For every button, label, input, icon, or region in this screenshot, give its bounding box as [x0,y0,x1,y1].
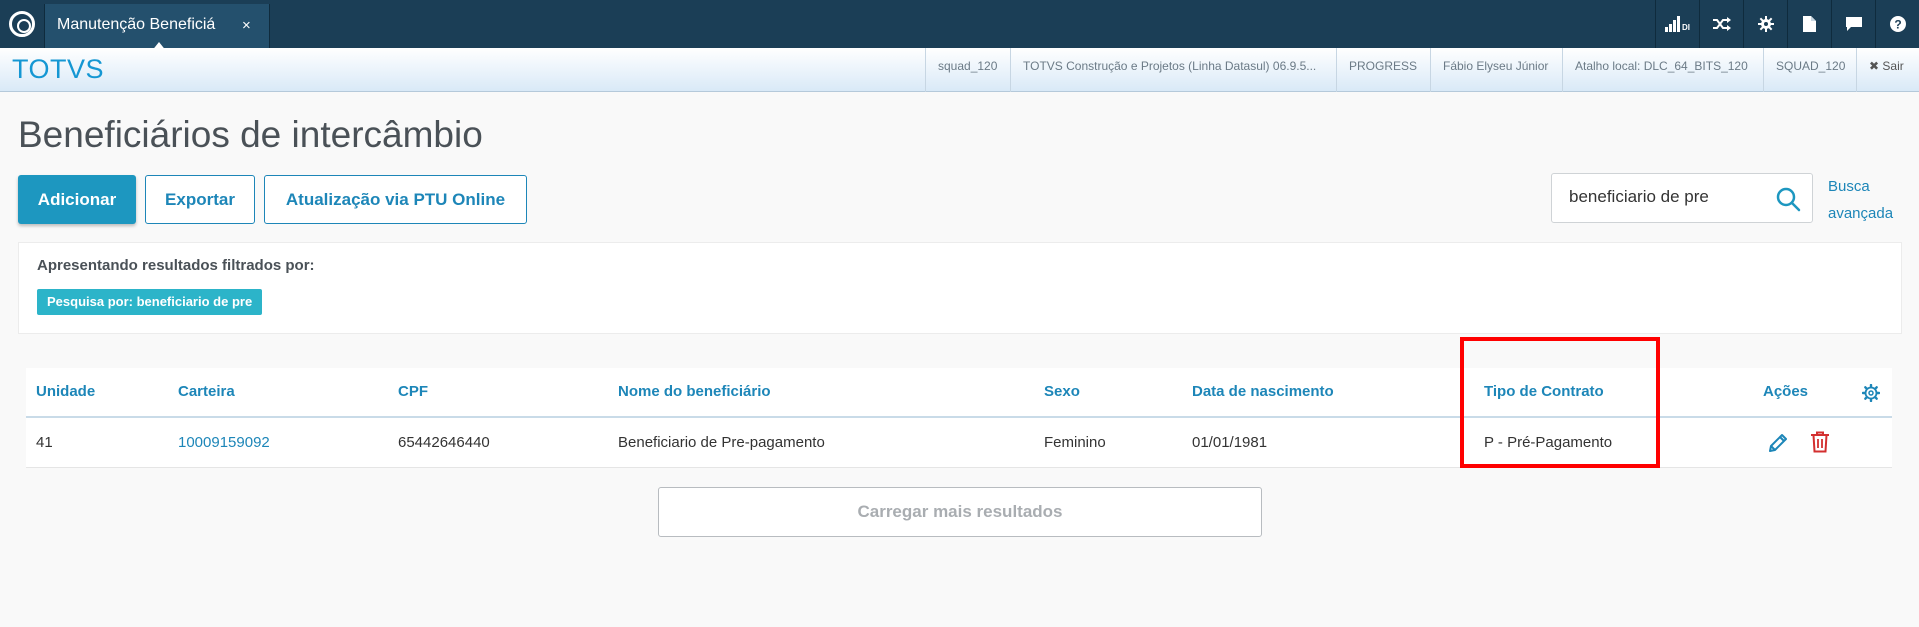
signal-bars-icon[interactable]: DI [1655,0,1699,48]
column-header-sexo[interactable]: Sexo [1044,383,1080,400]
shuffle-icon[interactable] [1699,0,1743,48]
brand-title: TOTVS [12,54,105,84]
info-squad-upper: SQUAD_120 [1763,48,1857,92]
filter-tag[interactable]: Pesquisa por: beneficiario de pre [37,289,263,315]
tab-manutencao-beneficiario[interactable]: Manutenção Beneficiá × [44,4,270,52]
info-database: PROGRESS [1336,48,1429,92]
info-shortcut: Atalho local: DLC_64_BITS_120 [1562,48,1760,92]
tab-close-icon[interactable]: × [242,17,251,34]
column-header-nome[interactable]: Nome do beneficiário [618,383,771,400]
column-header-acoes: Ações [1763,383,1809,400]
edit-pencil-icon[interactable] [1767,432,1789,454]
export-button[interactable]: Exportar [145,175,255,224]
document-icon[interactable] [1787,0,1831,48]
column-header-data-nascimento[interactable]: Data de nascimento [1192,383,1334,400]
filter-panel: Apresentando resultados filtrados por: P… [18,242,1902,334]
tab-title: Manutenção Beneficiá [57,16,216,33]
search-input[interactable] [1569,187,1769,207]
ptu-update-button[interactable]: Atualização via PTU Online [264,175,527,224]
info-squad: squad_120 [925,48,1009,92]
load-more-button[interactable]: Carregar mais resultados [658,487,1262,537]
totvs-logo-icon[interactable] [9,11,35,37]
help-icon[interactable]: ? [1875,0,1919,48]
cell-nome: Beneficiario de Pre-pagamento [618,434,825,451]
column-header-unidade[interactable]: Unidade [36,383,95,400]
cell-cpf: 65442646440 [398,434,490,451]
cell-sexo: Feminino [1044,434,1106,451]
top-bar: Manutenção Beneficiá × DI ? [0,0,1919,52]
chat-icon[interactable] [1831,0,1875,48]
info-company: TOTVS Construção e Projetos (Linha Datas… [1010,48,1328,92]
column-header-cpf[interactable]: CPF [398,383,428,400]
advanced-search-link[interactable]: Busca avançada [1828,173,1918,227]
add-button[interactable]: Adicionar [18,175,136,224]
cell-tipo-contrato: P - Pré-Pagamento [1484,434,1613,451]
delete-trash-icon[interactable] [1810,431,1830,453]
gear-icon[interactable] [1743,0,1787,48]
column-settings-gear-icon[interactable] [1862,384,1880,402]
svg-text:DI: DI [1682,23,1690,32]
cell-unidade: 41 [36,434,53,451]
column-header-carteira[interactable]: Carteira [178,383,235,400]
column-header-tipo-contrato[interactable]: Tipo de Contrato [1484,383,1604,400]
svg-text:?: ? [1894,18,1901,32]
search-icon[interactable] [1775,186,1801,212]
exit-button[interactable]: ✖ Sair [1856,48,1916,92]
filter-label: Apresentando resultados filtrados por: [37,257,315,274]
cell-carteira-link[interactable]: 10009159092 [178,434,270,451]
table-header: Unidade Carteira CPF Nome do beneficiári… [26,368,1892,418]
cell-data-nascimento: 01/01/1981 [1192,434,1268,451]
page-title: Beneficiários de intercâmbio [18,114,483,155]
info-bar: TOTVS squad_120 TOTVS Construção e Proje… [0,48,1919,92]
table-row[interactable]: 41 10009159092 65442646440 Beneficiario … [26,418,1892,468]
search-box [1551,173,1813,223]
info-user: Fábio Elyseu Júnior [1430,48,1560,92]
